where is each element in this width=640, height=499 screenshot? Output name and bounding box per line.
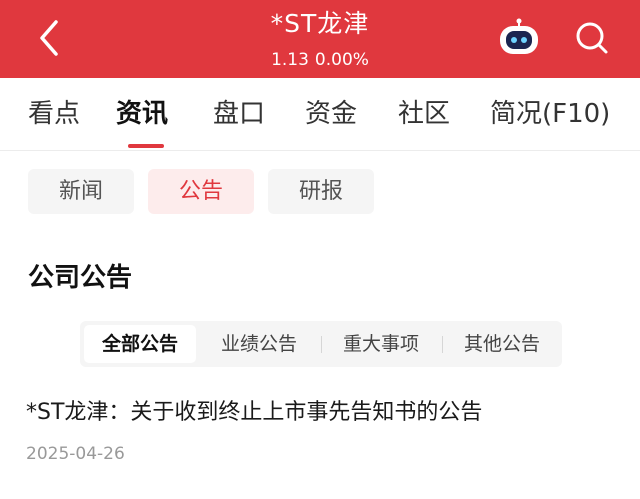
filter-all[interactable]: 全部公告 [84,325,196,363]
tab-kandian[interactable]: 看点 [28,94,80,134]
search-button[interactable] [572,18,612,58]
stock-change: 0.00% [314,50,369,70]
stock-price: 1.13 [271,50,309,70]
tab-order-book[interactable]: 盘口 [213,94,265,134]
announcement-filter: 全部公告 业绩公告 重大事项 其他公告 [80,321,562,367]
active-tab-indicator [128,144,164,148]
segment-divider [321,336,322,353]
filter-other[interactable]: 其他公告 [446,325,558,363]
segment-divider [442,336,443,353]
main-tab-bar: 看点 资讯 盘口 资金 社区 简况(F10) [0,78,640,151]
stock-quote: 1.13 0.00% [0,48,640,72]
assistant-button[interactable] [496,18,542,58]
filter-earnings[interactable]: 业绩公告 [203,325,315,363]
tab-community[interactable]: 社区 [398,94,450,134]
stock-title: *ST龙津 [270,9,370,38]
chip-research-reports[interactable]: 研报 [268,169,374,214]
chip-news[interactable]: 新闻 [28,169,134,214]
app-header: *ST龙津 1.13 0.00% [0,0,640,78]
search-icon [576,22,608,54]
tab-capital-flow[interactable]: 资金 [305,94,357,134]
robot-icon [500,18,538,54]
section-title: 公司公告 [28,263,133,293]
announcement-title[interactable]: *ST龙津：关于收到终止上市事先告知书的公告 [26,396,482,430]
tab-f10-profile[interactable]: 简况(F10) [490,94,610,134]
tab-news-info[interactable]: 资讯 [116,94,168,134]
chip-announcements[interactable]: 公告 [148,169,254,214]
filter-major-events[interactable]: 重大事项 [325,325,437,363]
announcement-date: 2025-04-26 [26,444,125,464]
